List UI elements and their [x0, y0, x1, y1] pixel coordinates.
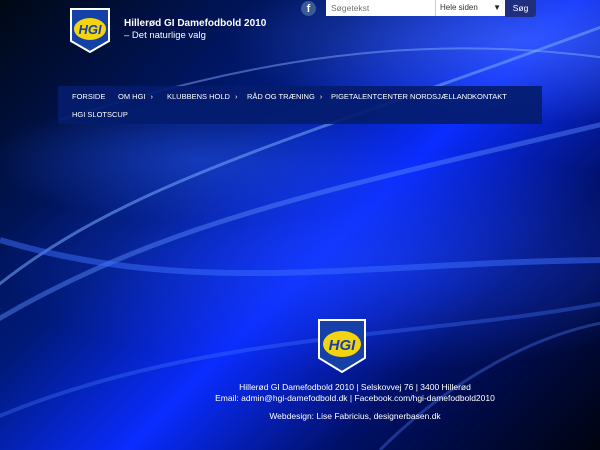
- nav-item-label: HGI SLOTSCUP: [72, 110, 128, 119]
- search-input[interactable]: [326, 0, 436, 16]
- search-scope-value: Hele siden: [440, 3, 478, 12]
- footer-hgi-logo: HGI: [318, 319, 366, 374]
- nav-item-label: PIGETALENTCENTER NORDSJÆLLAND: [331, 92, 473, 101]
- nav-item-raad-og-traening[interactable]: RÅD OG TRÆNING ›: [247, 93, 322, 101]
- logo-text: HGI: [78, 22, 102, 37]
- nav-item-klubbens-hold[interactable]: KLUBBENS HOLD ›: [167, 93, 237, 101]
- chevron-right-icon: ›: [234, 92, 238, 101]
- nav-item-label: RÅD OG TRÆNING: [247, 92, 315, 101]
- chevron-right-icon: ›: [319, 92, 323, 101]
- nav-item-label: OM HGI: [118, 92, 146, 101]
- facebook-icon[interactable]: f: [301, 1, 316, 16]
- site-tagline: – Det naturlige valg: [124, 30, 206, 41]
- main-nav: FORSIDE OM HGI › KLUBBENS HOLD › RÅD OG TR…: [58, 86, 542, 124]
- nav-item-pigetalentcenter[interactable]: PIGETALENTCENTER NORDSJÆLLAND: [331, 93, 473, 101]
- chevron-right-icon: ›: [150, 92, 154, 101]
- site-title[interactable]: Hillerød GI Damefodbold 2010: [124, 18, 266, 29]
- nav-item-forside[interactable]: FORSIDE: [72, 93, 105, 101]
- nav-item-label: KONTAKT: [472, 92, 507, 101]
- hgi-logo[interactable]: HGI: [69, 7, 111, 54]
- footer-logo-text: HGI: [329, 337, 357, 354]
- search-scope-select[interactable]: Hele siden ▼: [435, 0, 505, 16]
- search-button[interactable]: Søg: [505, 0, 536, 17]
- nav-item-label: FORSIDE: [72, 92, 106, 101]
- nav-item-kontakt[interactable]: KONTAKT: [472, 93, 507, 101]
- chevron-down-icon: ▼: [493, 3, 501, 12]
- nav-item-label: KLUBBENS HOLD: [167, 92, 230, 101]
- footer-contact[interactable]: Email: admin@hgi-damefodbold.dk | Facebo…: [0, 393, 600, 403]
- footer-credit[interactable]: Webdesign: Lise Fabricius, designerbasen…: [0, 411, 600, 421]
- nav-item-om-hgi[interactable]: OM HGI ›: [118, 93, 153, 101]
- footer-address: Hillerød GI Damefodbold 2010 | Selskovve…: [239, 382, 471, 392]
- nav-item-hgi-slotscup[interactable]: HGI SLOTSCUP: [72, 111, 128, 119]
